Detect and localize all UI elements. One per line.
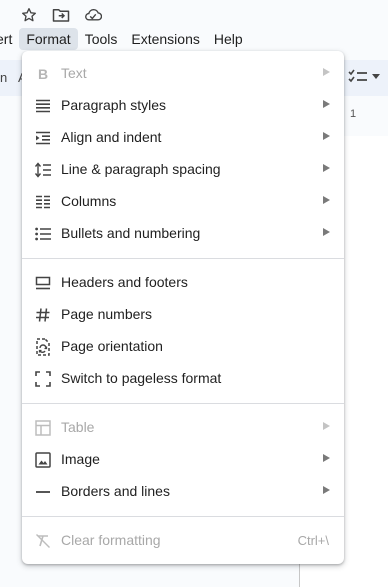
toolbar-partial-text: n: [0, 70, 8, 85]
menu-tools[interactable]: Tools: [78, 28, 125, 50]
submenu-arrow-icon: [323, 164, 330, 172]
menu-item-image[interactable]: Image: [22, 443, 344, 475]
menu-help[interactable]: Help: [207, 28, 250, 50]
menu-item-align-indent[interactable]: Align and indent: [22, 121, 344, 153]
indent-icon: [34, 129, 52, 147]
menu-insert[interactable]: ert: [0, 28, 19, 50]
shortcut-hint: Ctrl+\: [297, 533, 329, 548]
star-icon[interactable]: [20, 6, 38, 24]
submenu-arrow-icon: [323, 196, 330, 204]
image-icon: [34, 451, 52, 469]
menu-divider: [22, 516, 344, 517]
menu-format[interactable]: Format: [19, 28, 78, 50]
columns-icon: [34, 193, 52, 211]
format-menu: B Text Paragraph styles Align and indent…: [22, 51, 344, 564]
page-orientation-icon: [34, 338, 52, 356]
menu-item-borders-lines[interactable]: Borders and lines: [22, 475, 344, 507]
checklist-icon: [348, 69, 367, 83]
menu-item-pageless-format[interactable]: Switch to pageless format: [22, 362, 344, 394]
hash-icon: [34, 306, 52, 324]
horizontal-line-icon: [34, 483, 52, 501]
document-status-icons: [20, 5, 102, 25]
line-spacing-icon: [34, 161, 52, 179]
menu-divider: [22, 258, 344, 259]
menu-item-text[interactable]: B Text: [22, 57, 344, 89]
submenu-arrow-icon: [323, 68, 330, 76]
menu-item-bullets-numbering[interactable]: Bullets and numbering: [22, 217, 344, 249]
table-icon: [34, 419, 52, 437]
submenu-arrow-icon: [323, 228, 330, 236]
paragraph-styles-icon: [34, 97, 52, 115]
menu-item-line-spacing[interactable]: Line & paragraph spacing: [22, 153, 344, 185]
submenu-arrow-icon: [323, 132, 330, 140]
menu-item-columns[interactable]: Columns: [22, 185, 344, 217]
submenu-arrow-icon: [323, 486, 330, 494]
menu-item-page-numbers[interactable]: Page numbers: [22, 298, 344, 330]
cloud-status-icon[interactable]: [84, 6, 102, 24]
submenu-arrow-icon: [323, 422, 330, 430]
menu-extensions[interactable]: Extensions: [124, 28, 206, 50]
menu-bar: ert Format Tools Extensions Help: [0, 28, 250, 50]
menu-item-table[interactable]: Table: [22, 411, 344, 443]
menu-item-clear-formatting[interactable]: Clear formatting Ctrl+\: [22, 524, 344, 556]
chevron-down-icon: [372, 73, 380, 79]
menu-item-headers-footers[interactable]: Headers and footers: [22, 266, 344, 298]
ruler-tick: 1: [350, 108, 357, 120]
bold-icon: B: [37, 66, 49, 82]
menu-item-page-orientation[interactable]: Page orientation: [22, 330, 344, 362]
move-to-folder-icon[interactable]: [52, 6, 70, 24]
submenu-arrow-icon: [323, 100, 330, 108]
clear-formatting-icon: [34, 532, 52, 550]
menu-item-paragraph-styles[interactable]: Paragraph styles: [22, 89, 344, 121]
headers-footers-icon: [34, 274, 52, 292]
bulleted-list-icon: [34, 225, 52, 243]
pageless-icon: [34, 370, 52, 388]
submenu-arrow-icon: [323, 454, 330, 462]
checklist-button[interactable]: [348, 69, 380, 83]
menu-divider: [22, 403, 344, 404]
